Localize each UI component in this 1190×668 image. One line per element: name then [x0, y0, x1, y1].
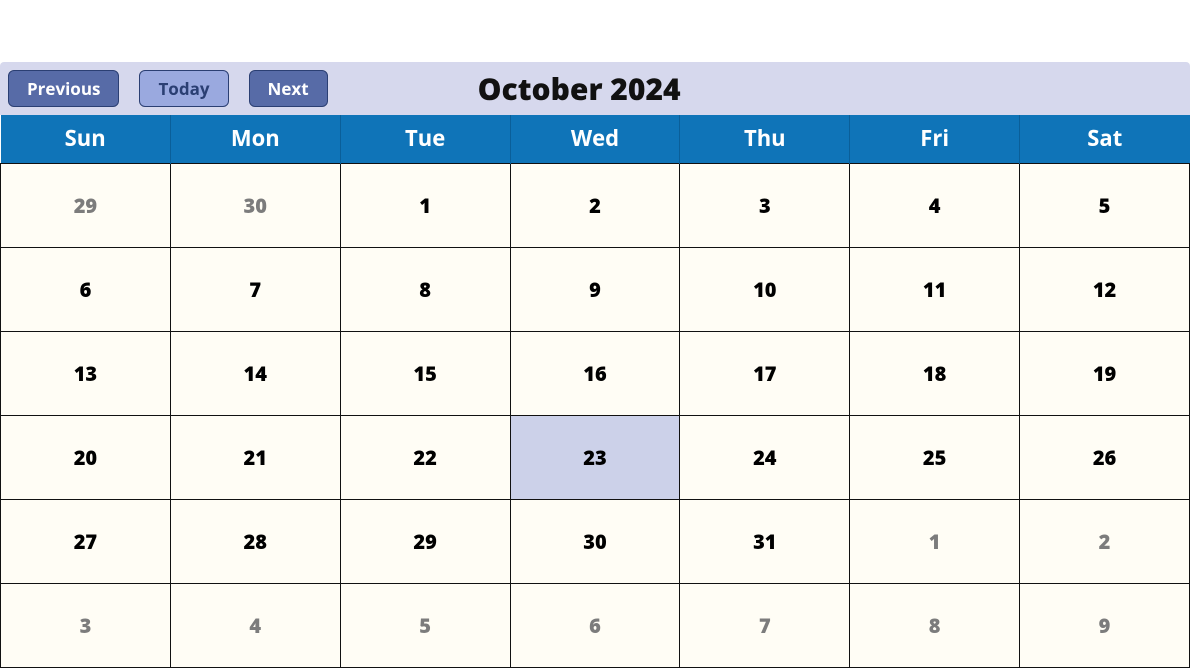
calendar-day[interactable]: 22 — [340, 416, 510, 500]
calendar-day[interactable]: 6 — [510, 584, 680, 668]
calendar-day[interactable]: 29 — [340, 500, 510, 584]
calendar-day[interactable]: 3 — [1, 584, 171, 668]
calendar-day[interactable]: 5 — [340, 584, 510, 668]
calendar-toolbar: Previous Today Next October 2024 — [0, 62, 1190, 115]
next-button[interactable]: Next — [249, 70, 328, 107]
calendar-day[interactable]: 1 — [850, 500, 1020, 584]
day-header-sun: Sun — [1, 115, 171, 164]
calendar-day[interactable]: 9 — [510, 248, 680, 332]
calendar-day[interactable]: 6 — [1, 248, 171, 332]
calendar-day[interactable]: 8 — [850, 584, 1020, 668]
calendar-day[interactable]: 7 — [680, 584, 850, 668]
calendar-day[interactable]: 13 — [1, 332, 171, 416]
calendar-day[interactable]: 30 — [510, 500, 680, 584]
day-header-mon: Mon — [170, 115, 340, 164]
calendar-day[interactable]: 31 — [680, 500, 850, 584]
calendar-week: 13141516171819 — [1, 332, 1190, 416]
today-button[interactable]: Today — [139, 70, 228, 107]
calendar-day[interactable]: 2 — [1020, 500, 1190, 584]
calendar-day[interactable]: 15 — [340, 332, 510, 416]
calendar-day[interactable]: 3 — [680, 164, 850, 248]
calendar-day[interactable]: 5 — [1020, 164, 1190, 248]
calendar-day[interactable]: 18 — [850, 332, 1020, 416]
day-header-sat: Sat — [1020, 115, 1190, 164]
calendar-week: 272829303112 — [1, 500, 1190, 584]
previous-button[interactable]: Previous — [8, 70, 119, 107]
calendar-day[interactable]: 12 — [1020, 248, 1190, 332]
calendar-day[interactable]: 30 — [170, 164, 340, 248]
calendar-title: October 2024 — [478, 68, 681, 109]
calendar-day[interactable]: 2 — [510, 164, 680, 248]
calendar-day[interactable]: 24 — [680, 416, 850, 500]
calendar-day[interactable]: 11 — [850, 248, 1020, 332]
calendar-grid: Sun Mon Tue Wed Thu Fri Sat 293012345678… — [0, 115, 1190, 668]
calendar-day[interactable]: 1 — [340, 164, 510, 248]
calendar-day[interactable]: 23 — [510, 416, 680, 500]
calendar-day[interactable]: 17 — [680, 332, 850, 416]
calendar-day[interactable]: 16 — [510, 332, 680, 416]
calendar-week: 293012345 — [1, 164, 1190, 248]
calendar-day[interactable]: 4 — [850, 164, 1020, 248]
calendar-day[interactable]: 29 — [1, 164, 171, 248]
calendar-week: 6789101112 — [1, 248, 1190, 332]
calendar-day[interactable]: 10 — [680, 248, 850, 332]
day-header-fri: Fri — [850, 115, 1020, 164]
day-header-wed: Wed — [510, 115, 680, 164]
day-header-tue: Tue — [340, 115, 510, 164]
calendar-week: 3456789 — [1, 584, 1190, 668]
calendar-day[interactable]: 4 — [170, 584, 340, 668]
calendar-day[interactable]: 26 — [1020, 416, 1190, 500]
calendar-day[interactable]: 9 — [1020, 584, 1190, 668]
calendar-day[interactable]: 20 — [1, 416, 171, 500]
calendar-day[interactable]: 7 — [170, 248, 340, 332]
calendar-week: 20212223242526 — [1, 416, 1190, 500]
calendar-day[interactable]: 19 — [1020, 332, 1190, 416]
calendar-day[interactable]: 21 — [170, 416, 340, 500]
day-header-row: Sun Mon Tue Wed Thu Fri Sat — [1, 115, 1190, 164]
calendar-day[interactable]: 14 — [170, 332, 340, 416]
day-header-thu: Thu — [680, 115, 850, 164]
calendar-day[interactable]: 25 — [850, 416, 1020, 500]
calendar-day[interactable]: 28 — [170, 500, 340, 584]
calendar-day[interactable]: 8 — [340, 248, 510, 332]
calendar-day[interactable]: 27 — [1, 500, 171, 584]
